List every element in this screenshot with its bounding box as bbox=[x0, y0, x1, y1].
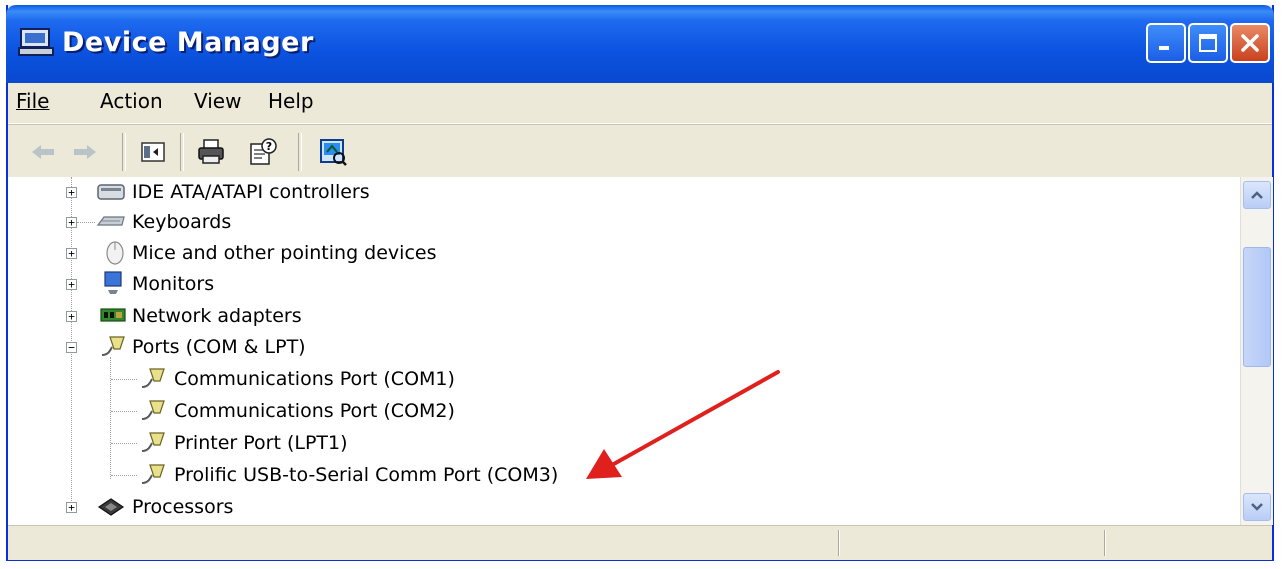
title-bar[interactable]: Device Manager bbox=[6, 5, 1274, 83]
print-icon bbox=[198, 139, 224, 164]
device-tree: + IDE ATA/ATAPI controllers + Keyboards … bbox=[8, 177, 1240, 525]
scan-hardware-button[interactable] bbox=[318, 137, 348, 167]
forward-button[interactable] bbox=[70, 137, 100, 167]
show-hide-console-tree-icon bbox=[141, 142, 165, 162]
close-button[interactable] bbox=[1230, 23, 1270, 63]
minimize-button[interactable] bbox=[1146, 23, 1186, 63]
toolbar: ? bbox=[8, 124, 1272, 178]
status-bar bbox=[8, 525, 1272, 560]
maximize-icon bbox=[1199, 34, 1217, 52]
scan-hardware-icon bbox=[320, 139, 347, 166]
properties-help-icon: ? bbox=[250, 138, 277, 165]
status-pane-divider bbox=[1104, 530, 1106, 556]
show-hide-console-tree-button[interactable] bbox=[138, 137, 168, 167]
maximize-button[interactable] bbox=[1188, 23, 1228, 63]
device-manager-app-icon bbox=[18, 28, 54, 56]
svg-text:?: ? bbox=[266, 140, 272, 153]
menu-action[interactable]: Action bbox=[100, 89, 163, 113]
annotation-arrow bbox=[586, 370, 780, 479]
properties-help-button[interactable]: ? bbox=[248, 137, 278, 167]
window-title: Device Manager bbox=[62, 27, 314, 58]
print-button[interactable] bbox=[196, 137, 226, 167]
toolbar-separator bbox=[298, 133, 302, 171]
menu-bar: File Action View Help bbox=[8, 83, 1272, 124]
toolbar-separator bbox=[122, 133, 126, 171]
menu-view[interactable]: View bbox=[194, 89, 241, 113]
chevron-up-icon bbox=[1251, 191, 1263, 199]
status-pane-divider bbox=[838, 530, 840, 556]
forward-arrow-icon bbox=[74, 145, 96, 159]
menu-file[interactable]: File bbox=[16, 89, 49, 113]
back-arrow-icon bbox=[32, 145, 54, 159]
device-manager-window: Device Manager File Action View Help ? +… bbox=[6, 5, 1274, 561]
chevron-down-icon bbox=[1251, 503, 1263, 511]
toolbar-separator bbox=[180, 133, 184, 171]
back-button[interactable] bbox=[28, 137, 58, 167]
scroll-up-button[interactable] bbox=[1243, 181, 1271, 209]
minimize-icon bbox=[1159, 46, 1169, 50]
menu-help[interactable]: Help bbox=[268, 89, 314, 113]
scroll-down-button[interactable] bbox=[1243, 493, 1271, 521]
scrollbar-thumb[interactable] bbox=[1243, 247, 1271, 367]
close-icon bbox=[1241, 34, 1259, 52]
vertical-scrollbar[interactable] bbox=[1240, 177, 1273, 525]
